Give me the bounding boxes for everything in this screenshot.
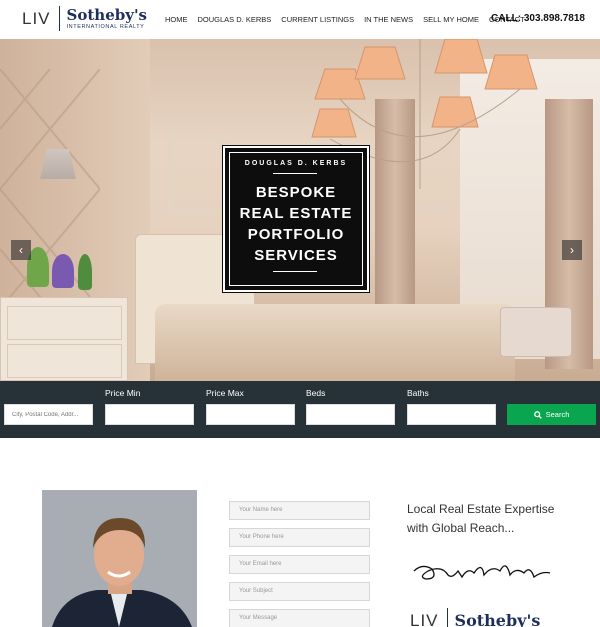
logo-sothebys-text: Sotheby's <box>66 6 147 24</box>
contact-name-field[interactable]: Your Name here <box>229 501 370 520</box>
liv-sothebys-logo[interactable]: LIV Sotheby's INTERNATIONAL REALTY <box>22 6 147 31</box>
hero-bg-mirror <box>168 135 226 215</box>
price-min-select[interactable] <box>105 404 194 425</box>
price-max-label: Price Max <box>206 388 244 398</box>
location-search-input[interactable] <box>4 404 93 425</box>
page: LIV Sotheby's INTERNATIONAL REALTY HOME … <box>0 0 600 627</box>
about-tagline: Local Real Estate Expertise with Global … <box>407 502 555 535</box>
main-nav: HOME DOUGLAS D. KERBS CURRENT LISTINGS I… <box>165 15 525 24</box>
contact-email-field[interactable]: Your Email here <box>229 555 370 574</box>
hero-title: BESPOKE REAL ESTATE PORTFOLIO SERVICES <box>225 182 367 266</box>
price-min-label: Price Min <box>105 388 141 398</box>
site-header: LIV Sotheby's INTERNATIONAL REALTY HOME … <box>0 0 600 39</box>
hero-title-line: PORTFOLIO <box>247 226 345 243</box>
contact-subject-field[interactable]: Your Subject <box>229 582 370 601</box>
hero-title-line: REAL ESTATE <box>239 205 353 222</box>
logo-liv-text: LIV <box>410 610 439 627</box>
nav-current-listings[interactable]: CURRENT LISTINGS <box>281 15 354 24</box>
nav-sell-my-home[interactable]: SELL MY HOME <box>423 15 479 24</box>
hero-bg-chair <box>500 307 572 357</box>
hero-title-line: SERVICES <box>254 247 338 264</box>
hero-bg-bed <box>155 304 515 381</box>
slider-prev-button[interactable]: ‹ <box>11 240 31 260</box>
hero-eyebrow: DOUGLAS D. KERBS <box>244 160 348 167</box>
hero-title-line: BESPOKE <box>255 184 337 201</box>
phone-number[interactable]: CALL: 303.898.7818 <box>491 13 585 24</box>
nav-home[interactable]: HOME <box>165 15 188 24</box>
search-icon <box>533 410 542 419</box>
contact-message-field[interactable]: Your Message <box>229 609 370 627</box>
hero-bg-plant <box>78 254 92 290</box>
nav-douglas-kerbs[interactable]: DOUGLAS D. KERBS <box>198 15 272 24</box>
search-button-label: Search <box>545 410 570 419</box>
hero-bg-flowers <box>52 254 74 288</box>
contact-phone-field[interactable]: Your Phone here <box>229 528 370 547</box>
logo-brand: Sotheby's INTERNATIONAL REALTY <box>67 7 147 30</box>
hero-bg-drawer <box>7 344 122 378</box>
hero-bg-nightstand <box>0 297 128 381</box>
slider-next-button[interactable]: › <box>562 240 582 260</box>
price-max-select[interactable] <box>206 404 295 425</box>
nav-in-the-news[interactable]: IN THE NEWS <box>364 15 413 24</box>
footer-sothebys-logo: LIV Sotheby's <box>410 608 540 627</box>
baths-label: Baths <box>407 388 429 398</box>
logo-sothebys-text: Sotheby's <box>454 610 541 627</box>
property-search-bar: Price Min Price Max Beds Baths Search <box>0 381 600 438</box>
agent-photo <box>42 490 197 627</box>
logo-divider <box>446 608 448 627</box>
beds-select[interactable] <box>306 404 395 425</box>
baths-select[interactable] <box>407 404 496 425</box>
hero-rule-top <box>273 173 317 174</box>
hero-bg-drawer <box>7 306 122 340</box>
agent-portrait <box>42 490 197 627</box>
hero-rule-bottom <box>273 271 317 272</box>
beds-label: Beds <box>306 388 326 398</box>
logo-subtitle: INTERNATIONAL REALTY <box>66 24 145 30</box>
logo-liv-text: LIV <box>22 8 51 28</box>
hero-title-box: DOUGLAS D. KERBS BESPOKE REAL ESTATE POR… <box>222 145 370 293</box>
agent-signature <box>413 565 551 580</box>
hero-slider: DOUGLAS D. KERBS BESPOKE REAL ESTATE POR… <box>0 39 600 381</box>
search-button[interactable]: Search <box>507 404 596 425</box>
logo-divider <box>58 6 60 31</box>
